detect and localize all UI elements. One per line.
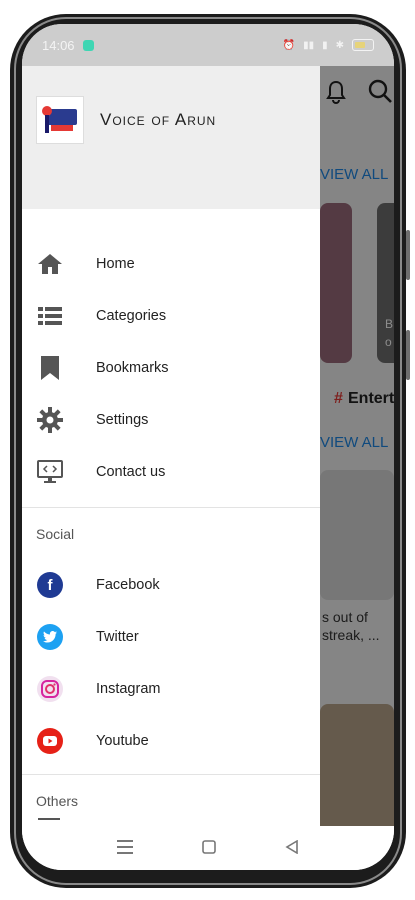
menu-item-home[interactable]: Home xyxy=(22,239,320,289)
divider xyxy=(22,774,320,775)
menu-label: Facebook xyxy=(96,577,160,593)
system-nav-bar xyxy=(22,826,394,870)
signal-icon: ▮▮ xyxy=(303,39,315,51)
menu-label: Contact us xyxy=(96,464,166,480)
youtube-icon-wrap xyxy=(36,727,64,755)
battery-icon xyxy=(352,39,374,51)
menu-item-bookmarks[interactable]: Bookmarks xyxy=(22,343,320,393)
app-logo xyxy=(36,96,84,144)
menu-item-twitter[interactable]: Twitter xyxy=(22,612,320,662)
back-button[interactable] xyxy=(285,838,299,859)
menu-label: Categories xyxy=(96,308,167,324)
menu-item-instagram[interactable]: Instagram xyxy=(22,664,320,714)
list-icon xyxy=(36,302,64,330)
section-title-social: Social xyxy=(36,526,75,542)
youtube-icon xyxy=(37,728,63,754)
menu-item-facebook[interactable]: f Facebook xyxy=(22,560,320,610)
menu-item-youtube[interactable]: Youtube xyxy=(22,716,320,766)
wifi-icon: ▮ xyxy=(322,39,328,51)
status-time: 14:06 xyxy=(42,37,75,53)
menu-label: Bookmarks xyxy=(96,360,169,376)
drawer-header: Voice of Arun xyxy=(22,66,320,209)
navigation-drawer: Voice of Arun Home Categories Bookmarks xyxy=(22,66,320,826)
divider xyxy=(22,507,320,508)
instagram-icon-wrap xyxy=(36,675,64,703)
power-button xyxy=(406,330,410,380)
instagram-icon xyxy=(37,676,63,702)
menu-item-contact-us[interactable]: Contact us xyxy=(22,447,320,497)
home-button[interactable] xyxy=(202,838,216,859)
twitter-icon xyxy=(37,624,63,650)
alarm-icon: ⏰ xyxy=(282,39,296,51)
twitter-icon-wrap xyxy=(36,623,64,651)
bookmark-icon xyxy=(36,354,64,382)
menu-label: Settings xyxy=(96,412,149,428)
monitor-code-icon xyxy=(36,458,64,486)
menu-item-settings[interactable]: Settings xyxy=(22,395,320,445)
menu-label: Youtube xyxy=(96,733,149,749)
recents-button[interactable] xyxy=(116,838,133,859)
gear-icon xyxy=(36,406,64,434)
facebook-icon-wrap: f xyxy=(36,571,64,599)
others-item-icon xyxy=(38,818,60,826)
volume-button xyxy=(406,230,410,280)
bluetooth-icon: ✱ xyxy=(335,39,344,51)
menu-item-categories[interactable]: Categories xyxy=(22,291,320,341)
status-bar: 14:06 ⏰ ▮▮ ▮ ✱ xyxy=(22,24,394,66)
menu-label: Home xyxy=(96,256,135,272)
status-icons: ⏰ ▮▮ ▮ ✱ xyxy=(283,39,374,51)
screen: 14:06 ⏰ ▮▮ ▮ ✱ VIEW ALL B o # Entert VIE… xyxy=(22,24,394,870)
menu-label: Twitter xyxy=(96,629,139,645)
menu-label: Instagram xyxy=(96,681,161,697)
app-title: Voice of Arun xyxy=(100,110,217,129)
app-notification-icon xyxy=(82,39,94,51)
home-icon xyxy=(36,250,64,278)
section-title-others: Others xyxy=(36,793,79,809)
facebook-icon: f xyxy=(37,572,63,598)
